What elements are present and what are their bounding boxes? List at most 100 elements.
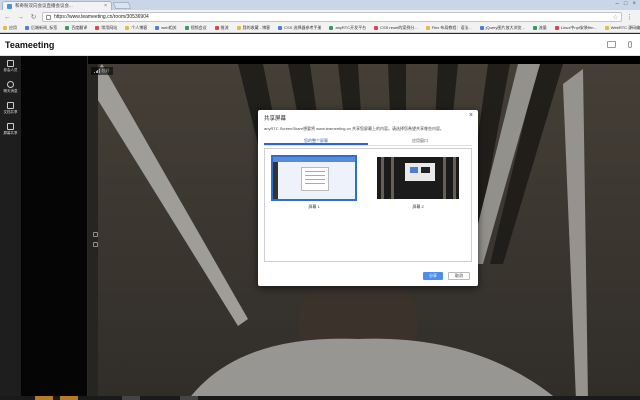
sidebar-item-label: 聊天消息	[3, 89, 18, 93]
bookmark-item[interactable]: 推流	[214, 25, 229, 31]
screen-option-label: 屏幕 1	[308, 204, 320, 209]
bookmark-item[interactable]: web相关	[155, 25, 177, 31]
bookmark-icon	[374, 26, 379, 30]
sidebar-item-documents[interactable]: 文档共享	[4, 102, 18, 115]
bookmark-item[interactable]: 百度翻译	[65, 25, 87, 31]
tab-title: 和奇粉双向会议直播会议会...	[15, 3, 73, 8]
dialog-title: 共享屏幕	[264, 116, 287, 122]
bookmark-icon	[554, 26, 559, 30]
browser-tab[interactable]: 和奇粉双向会议直播会议会... ×	[2, 1, 112, 10]
layout-grid-icon[interactable]	[607, 41, 616, 48]
microphone-icon[interactable]	[628, 41, 632, 48]
address-bar[interactable]: https://www.teameeting.cn/room/30536904 …	[42, 12, 622, 22]
bookmark-label: 视频会议	[190, 25, 207, 30]
browser-menu-icon[interactable]: ⋮	[626, 13, 633, 21]
sidebar-item-screen-share[interactable]: 屏幕共享	[4, 123, 18, 136]
new-tab-button[interactable]	[112, 2, 132, 9]
bookmark-item[interactable]: Linux中npf安装ffm...	[554, 25, 597, 31]
bookmark-item[interactable]: 后端新闻_标签	[25, 25, 57, 31]
bookmark-item[interactable]: Flex 布局教程：语法...	[425, 25, 472, 31]
bookmark-label: jQuery图片放大浏览...	[485, 25, 525, 30]
close-window-icon[interactable]: ×	[632, 1, 636, 7]
bookmark-star-icon[interactable]: ☆	[613, 14, 618, 21]
bookmark-label: 流量	[538, 25, 547, 30]
bookmark-label: WebRTC 源码编译...	[610, 25, 640, 30]
minimize-icon[interactable]: –	[616, 1, 619, 7]
forward-icon[interactable]: →	[16, 13, 25, 22]
bookmark-label: Linux中npf安装ffm...	[560, 25, 597, 30]
window-controls: – □ ×	[616, 1, 636, 7]
document-icon	[7, 102, 14, 109]
bookmark-icon	[278, 26, 283, 30]
browser-toolbar: ← → ↻ https://www.teameeting.cn/room/305…	[0, 10, 640, 24]
thumbnail-panel	[21, 56, 87, 400]
maximize-icon[interactable]: □	[624, 1, 628, 7]
bookmark-icon	[125, 26, 130, 30]
sidebar-item-participants[interactable]: 参会人员	[4, 60, 18, 73]
bookmark-icon	[236, 26, 241, 30]
bookmark-item[interactable]: 我的收藏 - 博客	[236, 25, 271, 31]
bookmark-label: CSS 选择器参考手册	[284, 25, 322, 30]
screen-picker: 屏幕 1 屏幕 2	[264, 148, 472, 262]
reload-icon[interactable]: ↻	[29, 13, 38, 22]
bookmark-item[interactable]: 应用	[3, 25, 17, 31]
app-header: Teameeting	[0, 34, 640, 56]
bookmark-icon	[184, 26, 189, 30]
back-icon[interactable]: ←	[3, 13, 12, 22]
lock-icon	[46, 14, 51, 20]
bookmark-icon	[479, 26, 484, 30]
bookmark-icon	[329, 26, 334, 30]
bookmark-item[interactable]: 视频会议	[184, 25, 207, 31]
bookmark-label: 应用	[9, 25, 17, 30]
bookmark-label: web相关	[161, 25, 177, 30]
share-screen-dialog: 共享屏幕 × anyRTC ScreenShare想要将 www.teameet…	[258, 110, 478, 286]
bookmark-item[interactable]: CSS 选择器参考手册	[278, 25, 321, 31]
dialog-description: anyRTC ScreenShare想要将 www.teameeting.cn …	[264, 126, 444, 131]
bookmark-item[interactable]: 个人博客	[125, 25, 147, 31]
tab-close-icon[interactable]: ×	[104, 3, 107, 9]
browser-tabstrip: 和奇粉双向会议直播会议会... × – □ ×	[0, 0, 640, 10]
sidebar-item-label: 屏幕共享	[3, 131, 18, 135]
bookmark-item[interactable]: 流量	[532, 25, 547, 31]
bookmark-label: 推流	[220, 25, 229, 30]
cancel-button[interactable]: 取消	[448, 272, 470, 280]
bookmark-label: Flex 布局教程：语法...	[431, 25, 472, 30]
bookmark-item[interactable]: CSS reset的案例分...	[374, 25, 418, 31]
bookmark-label: 后端新闻_标签	[31, 25, 58, 30]
bookmark-item[interactable]: WebRTC 源码编译...	[604, 25, 640, 31]
sidebar-item-label: 文档共享	[3, 110, 18, 114]
screen-option-label: 屏幕 2	[412, 204, 424, 209]
screen-share-icon	[7, 123, 14, 130]
bookmark-label: CSS reset的案例分...	[380, 25, 418, 30]
tab-entire-screen[interactable]: 您的整个屏幕	[264, 137, 368, 145]
bookmark-item[interactable]: anyRTC开发平台	[329, 25, 366, 31]
sidebar-item-label: 参会人员	[3, 68, 18, 72]
app-brand: Teameeting	[5, 40, 55, 50]
bookmark-label: 百度翻译	[71, 25, 88, 30]
bookmark-label: anyRTC开发平台	[335, 25, 367, 30]
dialog-tabs: 您的整个屏幕 应用窗口	[264, 137, 472, 146]
bookmark-label: 我的收藏 - 博客	[242, 25, 271, 30]
screen-option-2[interactable]: 屏幕 2	[375, 155, 461, 210]
address-url: https://www.teameeting.cn/room/30536904	[54, 14, 149, 20]
share-button[interactable]: 分享	[423, 272, 443, 280]
screen-option-1[interactable]: 屏幕 1	[271, 155, 357, 210]
bookmark-item[interactable]: jQuery图片放大浏览...	[479, 25, 525, 31]
tab-application-window[interactable]: 应用窗口	[368, 137, 472, 145]
bookmark-icon	[95, 26, 100, 30]
bookmark-icon	[3, 26, 7, 30]
bookmark-item[interactable]: 常用网站	[95, 25, 117, 31]
bookmark-icon	[25, 26, 29, 30]
bookmark-icon	[65, 26, 70, 30]
participant-strip	[0, 396, 640, 400]
bookmark-icon	[532, 26, 537, 30]
screen-thumbnail	[271, 155, 357, 201]
bookmark-label: 常用网站	[101, 25, 118, 30]
video-top-band	[88, 56, 640, 64]
sidebar: 参会人员 聊天消息 文档共享 屏幕共享	[0, 56, 21, 400]
bookmark-icon	[604, 26, 609, 30]
bookmark-label: 个人博客	[131, 25, 148, 30]
sidebar-item-chat[interactable]: 聊天消息	[4, 81, 18, 94]
dialog-close-icon[interactable]: ×	[469, 112, 473, 119]
bookmark-icon	[155, 26, 160, 30]
